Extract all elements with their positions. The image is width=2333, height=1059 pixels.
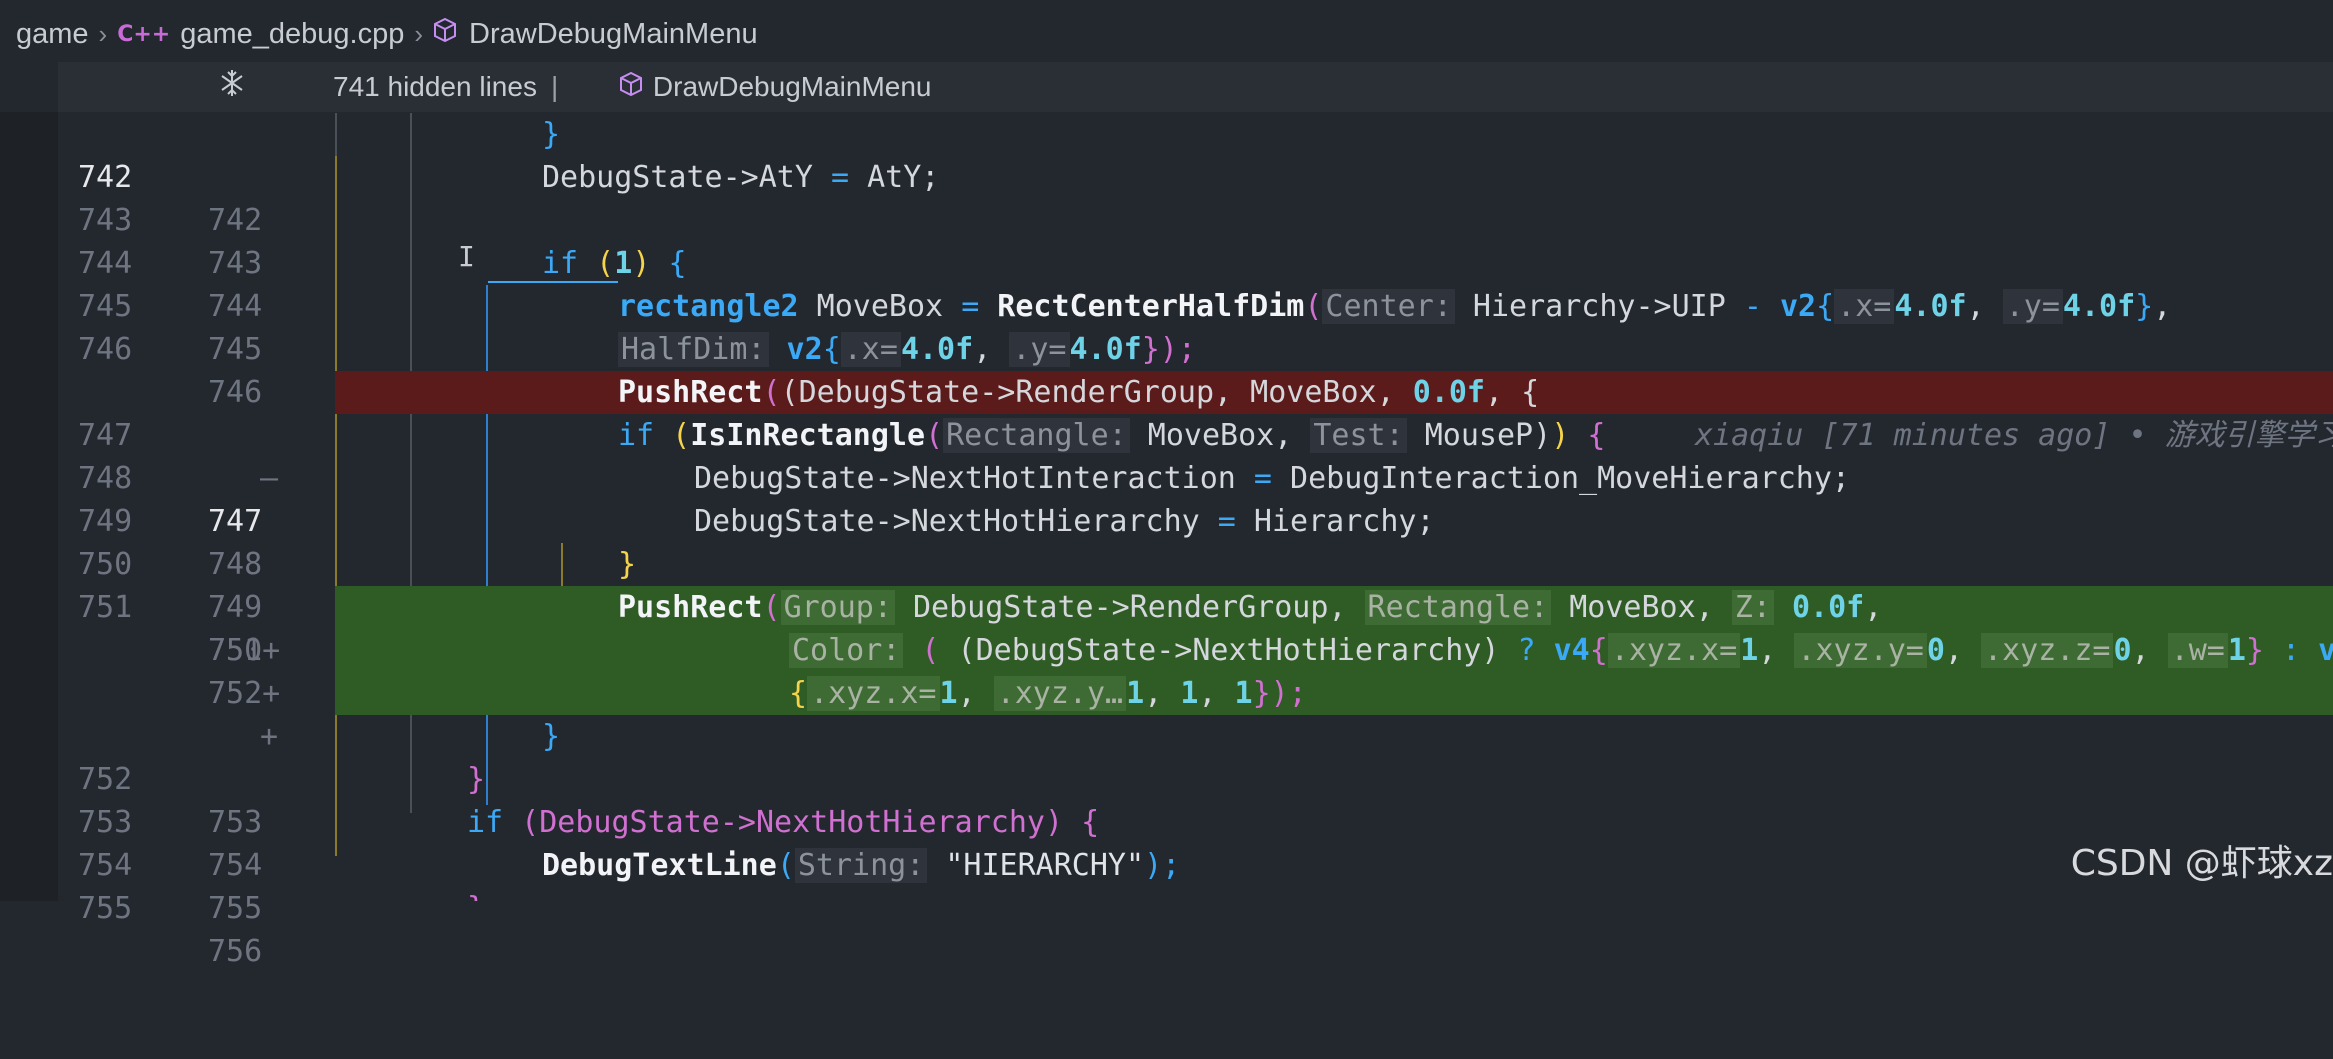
- code-line[interactable]: 749 748 DebugState->NextHotInteraction =…: [58, 457, 2333, 582]
- code-line[interactable]: 748 747 if (IsInRectangle(Rectangle: Mov…: [58, 414, 2333, 539]
- code-line[interactable]: 744 744: [58, 199, 2333, 324]
- sticky-symbol[interactable]: DrawDebugMainMenu: [653, 71, 932, 103]
- breadcrumb-folder[interactable]: game: [16, 18, 89, 51]
- code-line[interactable]: 745 745 if (1) {: [58, 242, 2333, 367]
- brace: }: [542, 719, 561, 754]
- git-blame-annotation[interactable]: xiaqiu [71 minutes ago] • 游戏引擎学习第: [1695, 414, 2333, 457]
- code-line[interactable]: 746 746 rectangle2 MoveBox = RectCenterH…: [58, 285, 2333, 410]
- code-line-added[interactable]: 752+ Color: ( (DebugState->NextHotHierar…: [58, 629, 2333, 711]
- brace: }: [542, 117, 561, 152]
- sticky-scroll-header[interactable]: 741 hidden lines | DrawDebugMainMenu: [58, 62, 2333, 112]
- code-text: {.xyz.x= 1, .xyz.y… 1, 1, 1});: [789, 676, 1307, 711]
- code-line[interactable]: 750 749 DebugState->NextHotHierarchy = H…: [58, 500, 2333, 625]
- code-text: if (DebugState->NextHotHierarchy) {: [467, 805, 1100, 840]
- code-line[interactable]: 754 755 if (DebugState->NextHotHierarchy…: [58, 801, 2333, 926]
- brace: }: [467, 887, 485, 901]
- code-line[interactable]: 755 756 DebugTextLine(String: "HIERARCHY…: [58, 844, 2333, 969]
- hidden-lines-label[interactable]: 741 hidden lines: [333, 71, 537, 103]
- code-line-added[interactable]: + {.xyz.x= 1, .xyz.y… 1, 1, 1});: [58, 672, 2333, 754]
- diff-editor[interactable]: 742 742 } 743 743 DebugState->AtY = AtY;…: [58, 113, 2333, 969]
- code-text: PushRect(Group: DebugState->RenderGroup,…: [618, 590, 1883, 625]
- code-text: HalfDim: v2{.x= 4.0f, .y= 4.0f});: [618, 328, 1196, 371]
- code-text: if (1) {: [542, 246, 687, 281]
- gutter-margin: [0, 112, 58, 901]
- code-line[interactable]: 756 757 }: [58, 887, 2333, 901]
- code-line[interactable]: 742 742 }: [58, 113, 2333, 238]
- code-text: Color: ( (DebugState->NextHotHierarchy) …: [789, 629, 2333, 672]
- watermark: CSDN @虾球xz: [2070, 843, 2333, 884]
- code-text: DebugState->NextHotInteraction = DebugIn…: [694, 461, 1850, 496]
- brace: }: [467, 762, 486, 797]
- line-number-modified: 756: [208, 934, 263, 969]
- code-line[interactable]: 751 750 }: [58, 543, 2333, 668]
- chevron-right-icon: ›: [98, 18, 108, 49]
- code-text: DebugTextLine(String: "HIERARCHY");: [542, 848, 1181, 883]
- code-text: DebugState->NextHotHierarchy = Hierarchy…: [694, 504, 1435, 539]
- code-line-wrapped[interactable]: HalfDim: v2{.x= 4.0f, .y= 4.0f});: [58, 328, 2333, 371]
- deleted-line-fill: [1536, 371, 2333, 414]
- code-line-added[interactable]: 751+ PushRect(Group: DebugState->RenderG…: [58, 586, 2333, 668]
- fold-toggle-icon[interactable]: [218, 68, 246, 106]
- brace: }: [618, 547, 637, 582]
- code-text: DebugState->AtY = AtY;: [542, 160, 940, 195]
- cpp-file-icon: C++: [117, 21, 171, 47]
- text-cursor-icon: I: [458, 240, 475, 273]
- code-line[interactable]: 752 753 }: [58, 715, 2333, 840]
- code-line[interactable]: 743 743 DebugState->AtY = AtY;: [58, 156, 2333, 281]
- code-line[interactable]: 753 754 }: [58, 758, 2333, 883]
- bracket-match-underline: [488, 281, 618, 283]
- code-text: if (IsInRectangle(Rectangle: MoveBox, Te…: [618, 418, 1606, 453]
- code-text: rectangle2 MoveBox = RectCenterHalfDim(C…: [618, 289, 2172, 324]
- separator: |: [550, 71, 559, 102]
